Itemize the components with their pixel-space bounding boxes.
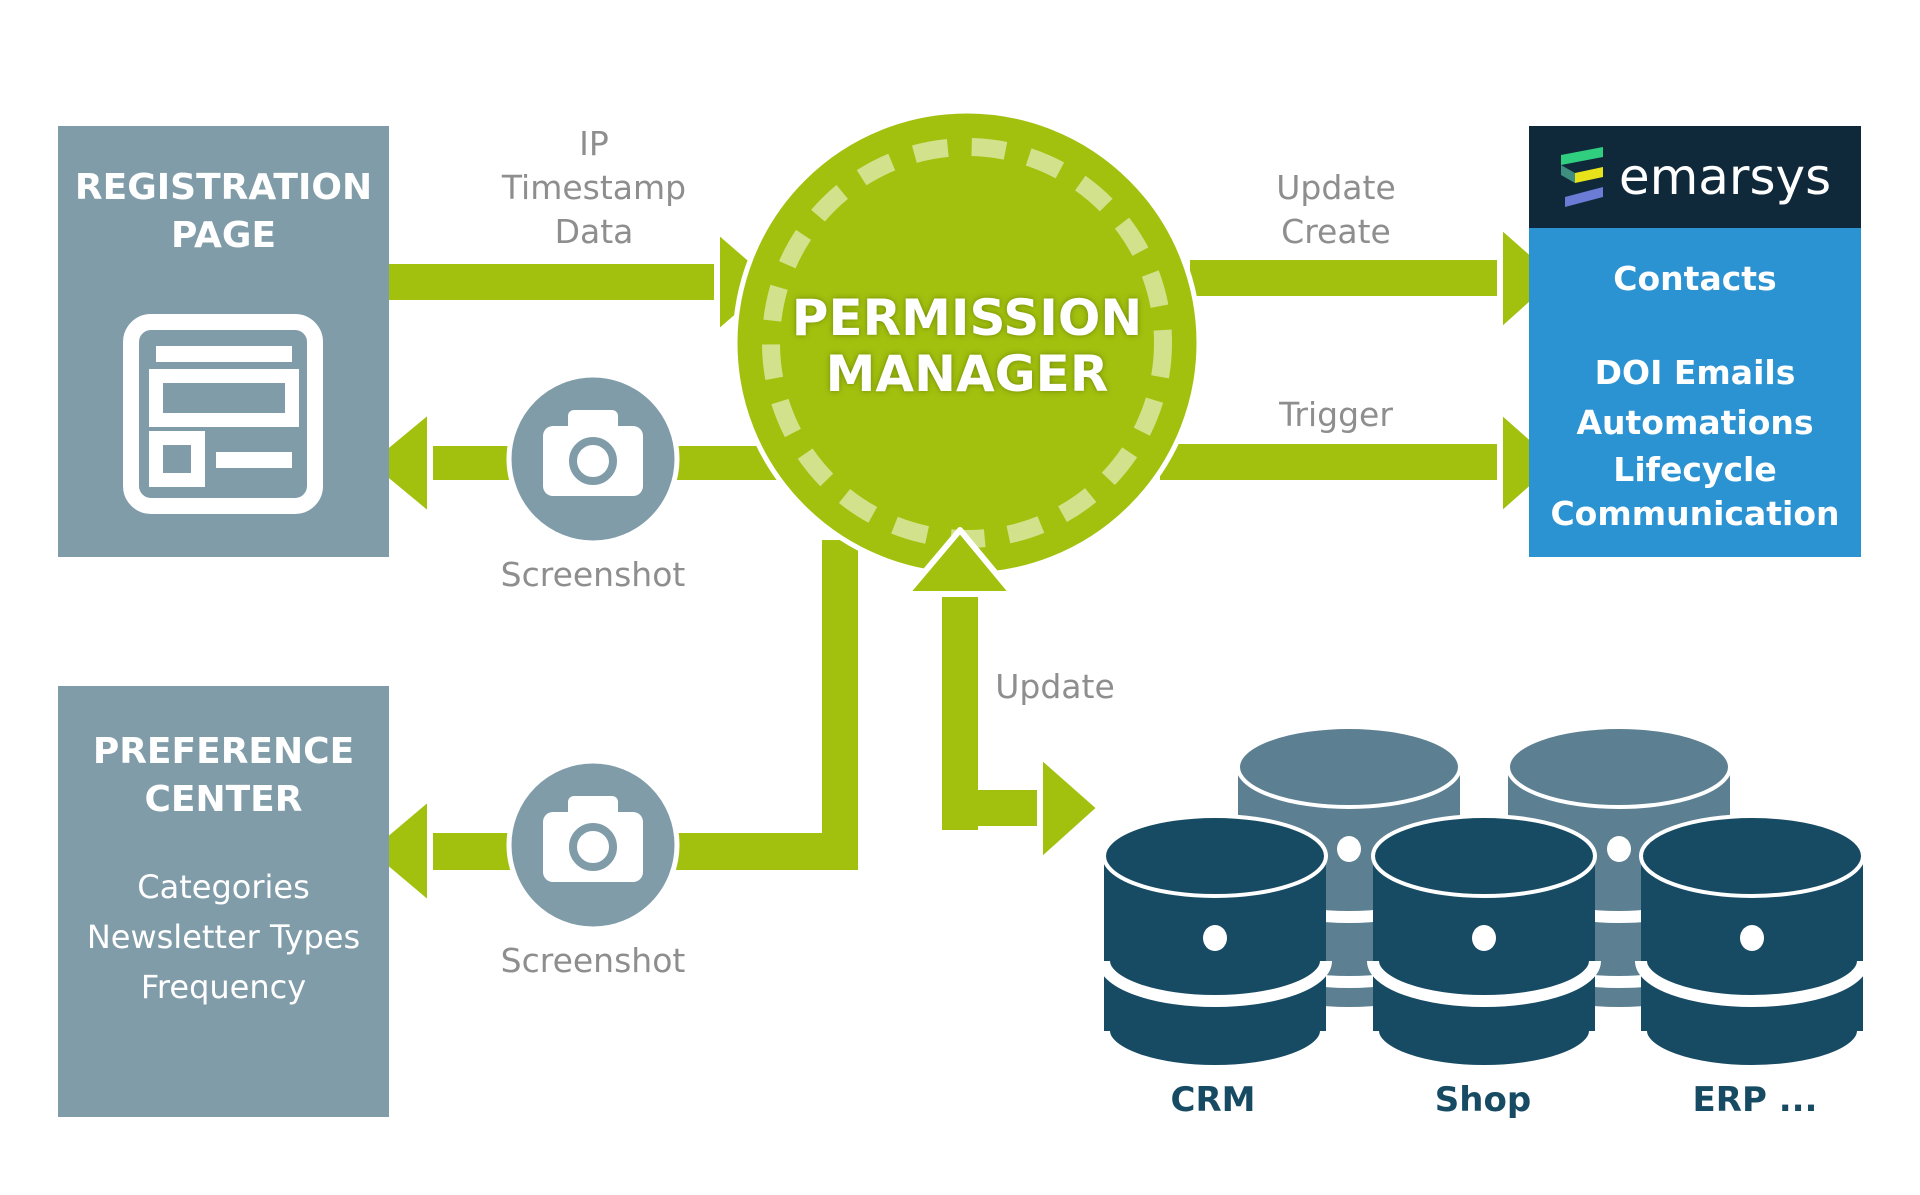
emarsys-header: emarsys <box>1529 126 1861 228</box>
db-label-shop: Shop <box>1434 1080 1532 1120</box>
flow-label-create: Create <box>1281 212 1391 251</box>
flow-label-screenshot-top: Screenshot <box>500 555 686 594</box>
registration-page-box[interactable]: REGISTRATION PAGE <box>58 126 389 557</box>
flow-label-screenshot-bottom: Screenshot <box>500 941 686 980</box>
flow-label-ip: IP <box>579 124 609 163</box>
emarsys-item: Lifecycle <box>1613 450 1777 489</box>
flow-label-registration: IP Timestamp Data <box>494 122 694 254</box>
emarsys-box[interactable]: emarsys Contacts DOI Emails Automations … <box>1529 126 1861 557</box>
database-crm <box>1098 814 1332 1077</box>
emarsys-logo-icon <box>1560 147 1603 207</box>
databases-group <box>1098 725 1869 1077</box>
db-label-crm: CRM <box>1170 1080 1256 1120</box>
emarsys-item: DOI Emails <box>1594 353 1796 392</box>
permission-manager-title: PERMISSION MANAGER <box>767 290 1167 402</box>
form-icon <box>123 314 323 514</box>
preference-center-box[interactable]: PREFERENCE CENTER Categories Newsletter … <box>58 686 389 1117</box>
database-erp <box>1635 814 1869 1077</box>
flow-label-data: Data <box>554 212 634 251</box>
flow-label-trigger: Trigger <box>1279 395 1393 434</box>
emarsys-brand: emarsys <box>1618 148 1832 206</box>
flow-label-timestamp: Timestamp <box>501 168 687 207</box>
flow-label-update: Update <box>1276 168 1396 207</box>
registration-title-line1: REGISTRATION <box>74 167 373 208</box>
preference-title-line2: CENTER <box>144 779 303 820</box>
preference-item: Frequency <box>140 968 307 1006</box>
emarsys-item-contacts: Contacts <box>1613 259 1777 298</box>
pm-title-line2: MANAGER <box>825 345 1109 403</box>
db-label-erp: ERP ... <box>1692 1080 1818 1120</box>
emarsys-item: Automations <box>1576 403 1814 442</box>
flow-label-contacts: Update Create <box>1236 166 1436 254</box>
preference-item: Categories <box>137 868 310 906</box>
registration-title-line2: PAGE <box>170 215 277 256</box>
preference-item: Newsletter Types <box>86 918 361 956</box>
emarsys-item: Communication <box>1550 494 1840 533</box>
preference-title-line1: PREFERENCE <box>92 731 355 772</box>
camera-icon-bottom <box>506 758 680 932</box>
database-shop <box>1367 814 1601 1077</box>
flow-label-db-update: Update <box>995 667 1115 706</box>
camera-icon-top <box>506 372 680 546</box>
pm-title-line1: PERMISSION <box>791 289 1143 347</box>
